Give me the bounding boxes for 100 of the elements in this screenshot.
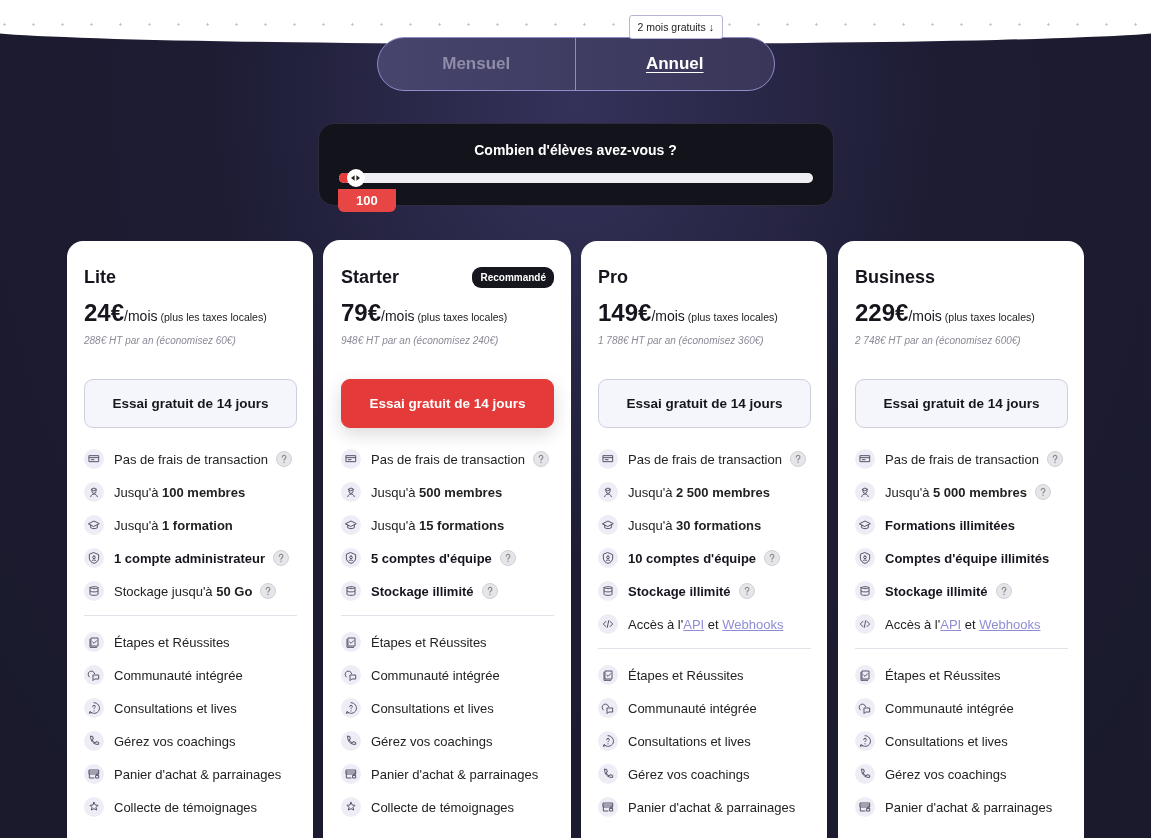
price-period: /mois (124, 308, 158, 324)
help-icon[interactable] (275, 451, 292, 467)
card-icon (84, 449, 104, 469)
feature-text: Accès à l'API et Webhooks (628, 616, 784, 632)
feature-text: Jusqu'à 15 formations (371, 517, 505, 533)
feature-link[interactable]: Webhooks (979, 616, 1041, 632)
price-period: /mois (908, 308, 942, 324)
student-icon (341, 482, 361, 502)
graduation-cap-icon (84, 515, 104, 535)
feature-text: Gérez vos coachings (628, 766, 750, 782)
feature-text: Communauté intégrée (371, 667, 500, 683)
shield-user-icon (84, 548, 104, 568)
annual-price-note: 288€ HT par an (économisez 60€) (84, 335, 237, 346)
tax-note: (plus les taxes locales) (160, 311, 267, 323)
recommended-badge: Recommandé (472, 266, 554, 288)
phone-icon (84, 731, 104, 751)
feature-link[interactable]: API (940, 616, 962, 632)
feature-text: Pas de frais de transaction (628, 451, 782, 467)
checklist-icon (855, 665, 875, 685)
help-icon[interactable] (499, 550, 516, 566)
feature-text: Consultations et lives (114, 700, 237, 716)
feature-text: Consultations et lives (371, 700, 494, 716)
help-icon[interactable] (789, 451, 806, 467)
tax-note: (plus taxes locales) (944, 311, 1035, 323)
chat-bubbles-icon (855, 698, 875, 718)
plan-name: Pro (598, 266, 628, 288)
feature-text: Communauté intégrée (628, 700, 757, 716)
student-icon (598, 482, 618, 502)
promo-badge: 2 mois gratuits ↓ (628, 15, 723, 39)
plan-price: 79€ (341, 299, 382, 327)
graduation-cap-icon (598, 515, 618, 535)
price-period: /mois (651, 308, 685, 324)
feature-text: 5 comptes d'équipe (371, 550, 492, 566)
database-icon (341, 581, 361, 601)
shield-user-icon (855, 548, 875, 568)
help-icon[interactable] (995, 583, 1012, 599)
slider-thumb[interactable] (346, 169, 365, 187)
chat-bubbles-icon (341, 665, 361, 685)
student-icon (855, 482, 875, 502)
free-trial-button[interactable]: Essai gratuit de 14 jours (598, 379, 811, 428)
feature-text: Collecte de témoignages (371, 799, 515, 815)
code-icon (598, 614, 618, 634)
cart-icon (855, 797, 875, 817)
help-icon[interactable] (481, 583, 498, 599)
free-trial-button[interactable]: Essai gratuit de 14 jours (341, 379, 554, 428)
feature-text: Panier d'achat & parrainages (628, 799, 796, 815)
free-trial-button[interactable]: Essai gratuit de 14 jours (84, 379, 297, 428)
feature-link[interactable]: API (683, 616, 705, 632)
database-icon (598, 581, 618, 601)
feature-text: Jusqu'à 2 500 membres (628, 484, 770, 500)
feature-text: Stockage illimité (371, 583, 474, 599)
feature-text: Jusqu'à 5 000 membres (885, 484, 1027, 500)
feature-text: Stockage illimité (628, 583, 731, 599)
feature-text: Jusqu'à 1 formation (114, 517, 233, 533)
help-icon[interactable] (260, 583, 277, 599)
help-icon[interactable] (1046, 451, 1063, 467)
help-icon[interactable] (738, 583, 755, 599)
feature-text: Pas de frais de transaction (371, 451, 525, 467)
price-period: /mois (381, 308, 415, 324)
card-icon (855, 449, 875, 469)
shield-user-icon (341, 548, 361, 568)
feature-text: Panier d'achat & parrainages (885, 799, 1053, 815)
feature-text: Comptes d'équipe illimités (885, 550, 1050, 566)
feature-text: Panier d'achat & parrainages (114, 766, 282, 782)
feature-text: Communauté intégrée (885, 700, 1014, 716)
code-icon (855, 614, 875, 634)
help-bubble-icon (341, 698, 361, 718)
plan-name: Business (855, 266, 936, 288)
feature-text: Gérez vos coachings (885, 766, 1007, 782)
graduation-cap-icon (341, 515, 361, 535)
feature-text: Jusqu'à 30 formations (628, 517, 762, 533)
help-icon[interactable] (764, 550, 781, 566)
checklist-icon (84, 632, 104, 652)
annual-price-note: 948€ HT par an (économisez 240€) (341, 335, 500, 346)
plan-price: 24€ (84, 299, 125, 327)
tax-note: (plus taxes locales) (687, 311, 778, 323)
help-icon[interactable] (1034, 484, 1051, 500)
feature-text: Étapes et Réussites (371, 634, 487, 650)
card-icon (598, 449, 618, 469)
help-icon[interactable] (532, 451, 549, 467)
feature-text: Pas de frais de transaction (885, 451, 1039, 467)
plan-price: 149€ (598, 299, 652, 327)
feature-text: Jusqu'à 500 membres (371, 484, 503, 500)
database-icon (84, 581, 104, 601)
billing-option[interactable]: Mensuel (377, 38, 575, 90)
feature-link[interactable]: Webhooks (722, 616, 784, 632)
annual-price-note: 2 748€ HT par an (économisez 600€) (855, 335, 1022, 346)
feature-text: Consultations et lives (628, 733, 751, 749)
graduation-cap-icon (855, 515, 875, 535)
phone-icon (855, 764, 875, 784)
cart-icon (598, 797, 618, 817)
chat-bubbles-icon (598, 698, 618, 718)
feature-text: Stockage illimité (885, 583, 988, 599)
student-icon (84, 482, 104, 502)
help-icon[interactable] (273, 550, 289, 566)
feature-text: Gérez vos coachings (371, 733, 493, 749)
free-trial-button[interactable]: Essai gratuit de 14 jours (855, 379, 1068, 428)
plan-name: Starter (341, 266, 400, 288)
feature-text: Collecte de témoignages (114, 799, 258, 815)
cart-icon (341, 764, 361, 784)
